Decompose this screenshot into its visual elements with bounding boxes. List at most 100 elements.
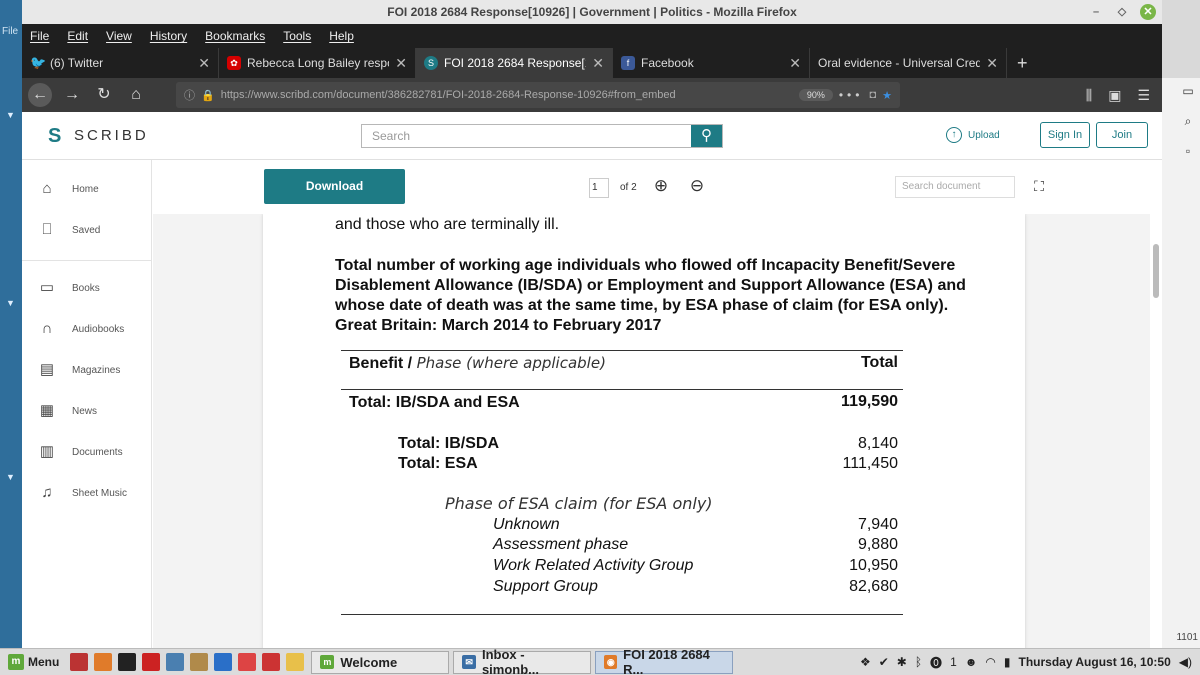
expand-arrow-icon[interactable]: ▼ (6, 110, 15, 120)
sidebar-item-books[interactable]: ▭ Books (38, 279, 100, 297)
pocket-icon[interactable]: ◘ (869, 89, 876, 101)
dropbox-launcher-icon[interactable] (214, 653, 233, 671)
bookmark-icon: ⎕ (42, 221, 52, 238)
expand-arrow-icon[interactable]: ▼ (6, 298, 15, 308)
menu-edit[interactable]: Edit (67, 29, 88, 43)
task-foi[interactable]: ◉ FOI 2018 2684 R... (595, 647, 734, 675)
document-search-input[interactable]: Search document (895, 176, 1015, 198)
library-icon[interactable]: ⫼ (1086, 87, 1092, 104)
menu-help[interactable]: Help (329, 29, 354, 43)
bluetooth-icon[interactable]: ᛒ (915, 655, 922, 669)
tab-rebecca[interactable]: ✿ Rebecca Long Bailey respond ✕ (219, 48, 416, 78)
document-viewer[interactable]: and those who are terminally ill. Total … (153, 214, 1150, 648)
tab-label: (6) Twitter (50, 56, 104, 70)
menu-view[interactable]: View (106, 29, 132, 43)
minimize-icon[interactable]: – (1088, 4, 1104, 20)
sign-in-button[interactable]: Sign In (1040, 122, 1090, 148)
close-window-icon[interactable]: ✕ (1140, 4, 1156, 20)
sidebar-item-sheet-music[interactable]: ♫ Sheet Music (38, 484, 127, 502)
zoom-level[interactable]: 90% (798, 89, 833, 101)
user-icon[interactable]: ☻ (965, 655, 978, 669)
shield-icon[interactable]: ✔ (879, 655, 889, 669)
show-desktop-icon[interactable] (70, 653, 89, 671)
sidebar-item-audiobooks[interactable]: ∩ Audiobooks (38, 320, 125, 338)
new-tab-icon[interactable]: + (1007, 48, 1038, 78)
task-label: Welcome (340, 654, 398, 670)
close-tab-icon[interactable]: ✕ (198, 55, 210, 72)
header-total: Total (860, 354, 898, 371)
hamburger-menu-icon[interactable]: ☰ (1137, 87, 1150, 104)
panel-icon[interactable]: ▭ (1180, 84, 1196, 100)
search-icon[interactable]: ⌕ (1180, 114, 1196, 130)
join-button[interactable]: Join (1096, 122, 1148, 148)
home-icon[interactable]: ⌂ (124, 83, 148, 107)
search-input[interactable]: Search (362, 125, 691, 147)
zoom-out-icon[interactable]: ⊖ (687, 176, 707, 196)
tab-facebook[interactable]: f Facebook ✕ (613, 48, 810, 78)
tab-foi[interactable]: S FOI 2018 2684 Response[109 ✕ (416, 48, 613, 78)
tab-oral-evidence[interactable]: Oral evidence - Universal Credit ✕ (810, 48, 1007, 78)
sidebar-item-saved[interactable]: ⎕ Saved (38, 221, 100, 239)
volume-icon[interactable]: ◀) (1179, 655, 1192, 669)
close-tab-icon[interactable]: ✕ (789, 55, 801, 72)
updates-icon[interactable]: ⓿ (930, 654, 942, 671)
system-tray: ❖ ✔ ✱ ᛒ ⓿ 1 ☻ ◠ ▮ Thursday August 16, 10… (860, 654, 1200, 671)
expand-arrow-icon[interactable]: ▼ (6, 472, 15, 482)
close-tab-icon[interactable]: ✕ (986, 55, 998, 72)
scrollbar-thumb[interactable] (1153, 244, 1159, 298)
terminal-launcher-icon[interactable] (118, 653, 137, 671)
sidebar-item-documents[interactable]: ▥ Documents (38, 443, 123, 461)
search-icon[interactable]: ⚲ (691, 125, 722, 147)
close-tab-icon[interactable]: ✕ (395, 55, 407, 72)
page-scrollbar[interactable] (1150, 214, 1162, 648)
upload-button[interactable]: ↑ Upload (946, 127, 1000, 143)
bookmark-star-icon[interactable]: ★ (882, 89, 892, 102)
dropbox-tray-icon[interactable]: ❖ (860, 655, 871, 669)
download-button[interactable]: Download (264, 169, 405, 204)
sidebar-icon[interactable]: ▣ (1108, 87, 1121, 104)
sidebar-item-label: Magazines (72, 364, 121, 376)
wifi-icon[interactable]: ◠ (985, 655, 995, 669)
headphones-icon: ∩ (41, 320, 53, 337)
url-bar[interactable]: ⓘ 🔒 https://www.scribd.com/document/3862… (176, 82, 900, 108)
panel-icon[interactable]: ▫ (1180, 144, 1196, 160)
close-tab-icon[interactable]: ✕ (592, 55, 604, 72)
zoom-in-icon[interactable]: ⊕ (651, 176, 671, 196)
battery-icon[interactable]: ▮ (1004, 655, 1011, 669)
tab-twitter[interactable]: 🐦 (6) Twitter ✕ (22, 48, 219, 78)
forward-arrow-icon[interactable]: → (60, 83, 84, 107)
app-launcher-icon[interactable] (166, 653, 185, 671)
scribd-logo[interactable]: S SCRIBD (48, 126, 149, 146)
page-actions-icon[interactable]: ••• (839, 88, 864, 102)
maximize-icon[interactable]: ◇ (1114, 4, 1130, 20)
window-titlebar: FOI 2018 2684 Response[10926] | Governme… (22, 0, 1162, 24)
task-inbox[interactable]: ✉ Inbox - simonb... (453, 647, 592, 675)
sidebar-item-label: Books (72, 282, 100, 294)
network-tray-icon[interactable]: ✱ (897, 655, 907, 669)
sidebar-item-magazines[interactable]: ▤ Magazines (38, 361, 120, 379)
app-launcher-icon[interactable] (190, 653, 209, 671)
sidebar-item-label: Audiobooks (72, 323, 125, 335)
app-launcher-icon[interactable] (142, 653, 161, 671)
back-arrow-icon[interactable]: ← (28, 83, 52, 107)
menu-tools[interactable]: Tools (283, 29, 311, 43)
editor-launcher-icon[interactable] (286, 653, 305, 671)
app-launcher-icon[interactable] (262, 653, 281, 671)
page-number-input[interactable]: 1 (589, 178, 609, 198)
sidebar-item-news[interactable]: ▦ News (38, 402, 97, 420)
menu-file[interactable]: File (30, 29, 49, 43)
desktop-number: 1101 (1176, 632, 1198, 643)
fullscreen-icon[interactable]: ⛶ (1029, 176, 1049, 196)
firefox-launcher-icon[interactable] (94, 653, 113, 671)
header-benefit: Benefit / Phase (where applicable) (349, 354, 606, 373)
info-icon[interactable]: ⓘ (184, 87, 195, 103)
menu-history[interactable]: History (150, 29, 187, 43)
url-text[interactable]: https://www.scribd.com/document/38628278… (221, 89, 793, 101)
clock[interactable]: Thursday August 16, 10:50 (1018, 655, 1170, 669)
menu-bookmarks[interactable]: Bookmarks (205, 29, 265, 43)
sidebar-item-home[interactable]: ⌂ Home (38, 180, 98, 198)
app-launcher-icon[interactable] (238, 653, 257, 671)
start-menu-button[interactable]: m Menu (0, 654, 67, 670)
reload-icon[interactable]: ↻ (92, 83, 116, 107)
task-welcome[interactable]: m Welcome (311, 650, 450, 674)
